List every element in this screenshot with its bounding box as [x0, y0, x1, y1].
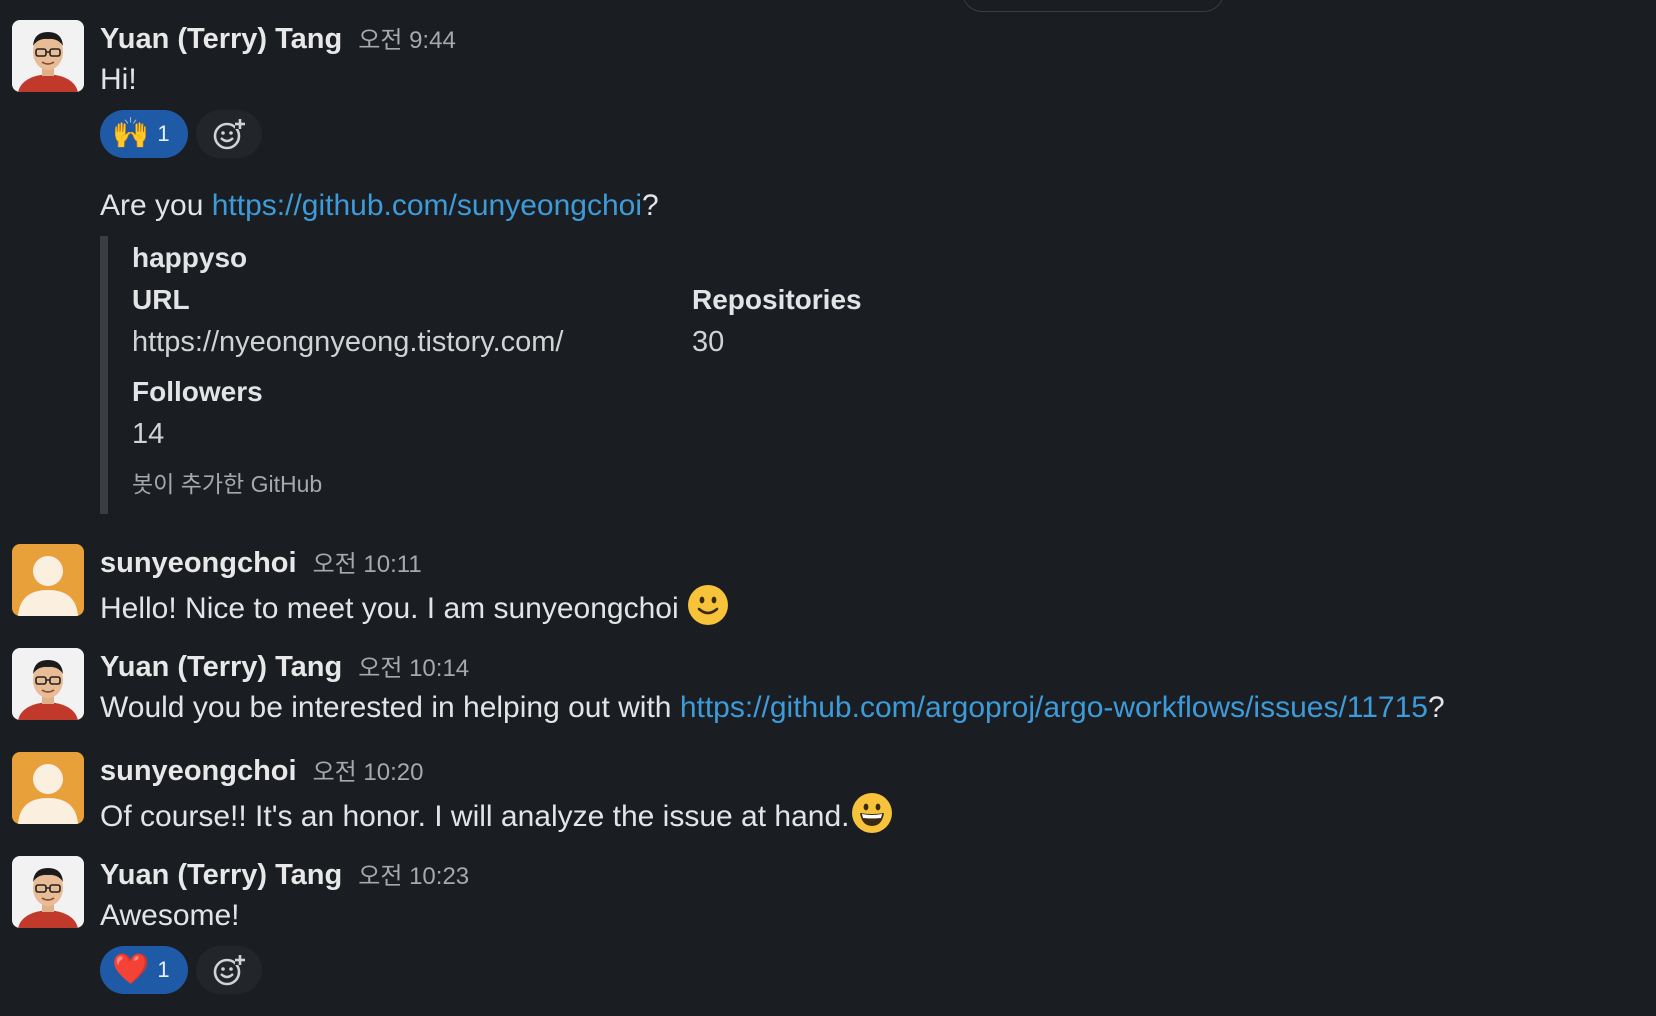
timestamp[interactable]: 오전 10:23: [358, 856, 469, 891]
add-reaction-button[interactable]: [195, 946, 262, 994]
author-name[interactable]: sunyeongchoi: [100, 547, 297, 580]
author-name[interactable]: sunyeongchoi: [100, 755, 297, 788]
add-reaction-icon: [213, 119, 245, 150]
timestamp[interactable]: 오전 9:44: [358, 20, 456, 55]
field-value-repositories: 30: [692, 326, 725, 358]
user-photo-icon: [12, 20, 84, 92]
timestamp[interactable]: 오전 10:20: [313, 752, 424, 787]
github-issue-link[interactable]: https://github.com/argoproj/argo-workflo…: [680, 691, 1428, 724]
date-divider-pill[interactable]: [962, 0, 1224, 12]
reaction-pill[interactable]: 🙌 1: [100, 110, 188, 158]
author-name[interactable]: Yuan (Terry) Tang: [100, 651, 342, 684]
reaction-count: 1: [157, 957, 170, 982]
field-label-url: URL: [132, 284, 190, 315]
avatar[interactable]: [12, 752, 84, 824]
default-user-avatar-icon: [12, 752, 84, 824]
avatar[interactable]: [12, 20, 84, 92]
avatar[interactable]: [12, 856, 84, 928]
reaction-bar: ❤️ 1: [100, 946, 1636, 996]
grinning-face-icon: [851, 792, 893, 845]
user-photo-icon: [12, 856, 84, 928]
attachment-title[interactable]: happyso: [132, 238, 920, 278]
message-text: Hi!: [100, 63, 137, 96]
message-text: Of course!! It's an honor. I will analyz…: [100, 792, 1636, 845]
timestamp[interactable]: 오전 10:11: [313, 544, 422, 579]
raised-hands-emoji-icon: 🙌: [112, 117, 150, 150]
add-reaction-button[interactable]: [195, 110, 262, 158]
user-photo-icon: [12, 648, 84, 720]
reaction-count: 1: [157, 121, 170, 146]
reaction-pill[interactable]: ❤️ 1: [100, 946, 188, 994]
avatar[interactable]: [12, 544, 84, 616]
heart-emoji-icon: ❤️: [112, 953, 150, 986]
reaction-bar: 🙌 1: [100, 110, 1636, 160]
timestamp[interactable]: 오전 10:14: [358, 648, 469, 683]
field-label-followers: Followers: [132, 376, 263, 407]
message-text: Awesome!: [100, 899, 240, 932]
message-text: Would you be interested in helping out w…: [100, 688, 1636, 728]
default-user-avatar-icon: [12, 544, 84, 616]
author-name[interactable]: Yuan (Terry) Tang: [100, 23, 342, 56]
slightly-smiling-face-icon: [687, 584, 729, 637]
message-text-body: Hello! Nice to meet you. I am sunyeongch…: [100, 592, 679, 625]
add-reaction-icon: [213, 955, 245, 986]
message-text: Are you https://github.com/sunyeongchoi?: [100, 186, 1636, 226]
author-name[interactable]: Yuan (Terry) Tang: [100, 859, 342, 892]
message-text: Hello! Nice to meet you. I am sunyeongch…: [100, 584, 1636, 637]
link-unfurl-attachment: happyso URL https://nyeongnyeong.tistory…: [100, 236, 920, 514]
message-text-suffix: ?: [1427, 691, 1445, 724]
field-label-repositories: Repositories: [692, 284, 862, 315]
attachment-footer: 봇이 추가한 GitHub: [132, 471, 323, 497]
message-text-prefix: Would you be interested in helping out w…: [100, 691, 680, 724]
field-value-followers: 14: [132, 418, 165, 450]
message-text-body: Of course!! It's an honor. I will analyz…: [100, 800, 850, 833]
avatar[interactable]: [12, 648, 84, 720]
message-text-prefix: Are you: [100, 189, 212, 222]
message-list: Yuan (Terry) Tang 오전 9:44 Hi! 🙌 1 Are yo…: [0, 0, 1656, 1016]
field-value-url[interactable]: https://nyeongnyeong.tistory.com/: [132, 320, 692, 364]
message-text-suffix: ?: [642, 189, 659, 222]
github-profile-link[interactable]: https://github.com/sunyeongchoi: [212, 189, 642, 222]
